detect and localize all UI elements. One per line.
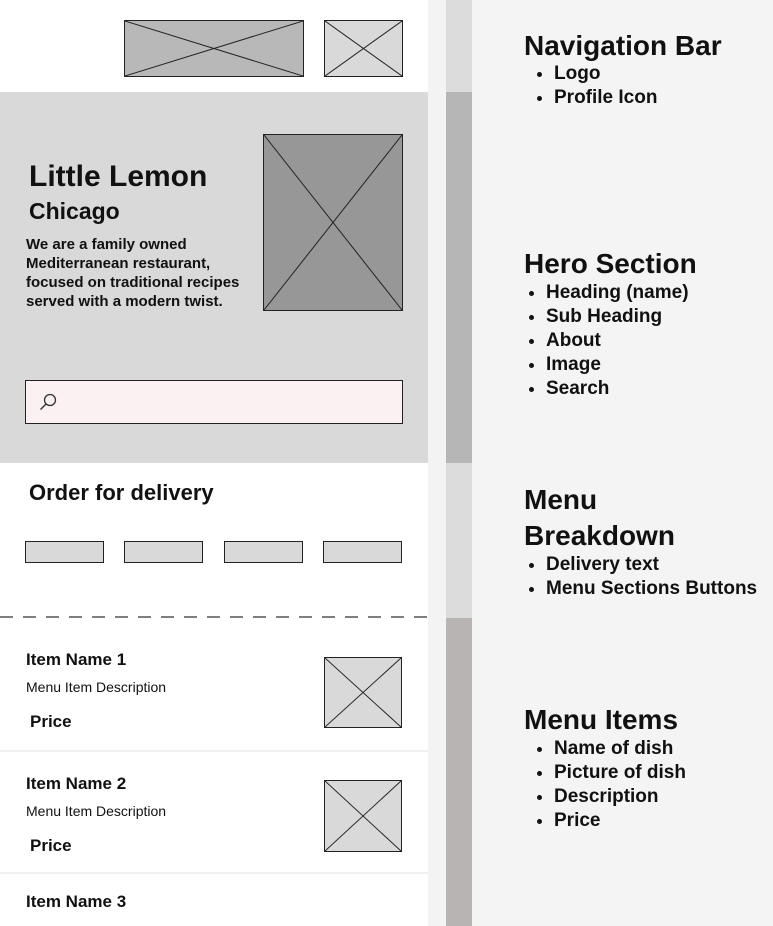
- annotation-item: Sub Heading: [546, 305, 689, 329]
- menu-section-button-2[interactable]: [124, 541, 203, 563]
- menu-item-separator: [0, 872, 428, 874]
- menu-item-price: Price: [30, 712, 72, 731]
- annotation-title-hero-section: Hero Section: [524, 248, 697, 279]
- annotation-item: Name of dish: [554, 737, 686, 761]
- annotation-item: About: [546, 329, 689, 353]
- annotation-item: Description: [554, 785, 686, 809]
- annotation-item: Profile Icon: [554, 86, 657, 110]
- menu-item-name[interactable]: Item Name 3: [26, 892, 126, 912]
- annotation-list-navigation-bar: Logo Profile Icon: [554, 62, 657, 110]
- menu-item-price: Price: [30, 836, 72, 855]
- band-navigation: [446, 0, 472, 92]
- menu-item-image-placeholder: [324, 780, 402, 852]
- hero-subheading: Chicago: [29, 198, 120, 224]
- annotation-item: Image: [546, 353, 689, 377]
- band-menu-breakdown: [446, 463, 472, 618]
- menu-item-name[interactable]: Item Name 1: [26, 650, 126, 670]
- hero-image-placeholder: [263, 134, 403, 311]
- search-icon: [40, 393, 57, 410]
- band-hero: [446, 92, 472, 463]
- annotation-list-menu-breakdown: Delivery text Menu Sections Buttons: [546, 553, 757, 601]
- hero-heading: Little Lemon: [29, 160, 208, 193]
- annotation-item: Delivery text: [546, 553, 757, 577]
- menu-section-button-4[interactable]: [323, 541, 402, 563]
- menu-item-description: Menu Item Description: [26, 679, 167, 695]
- menu-item-image-placeholder: [324, 657, 402, 728]
- menu-section-button-3[interactable]: [224, 541, 303, 563]
- profile-icon-placeholder[interactable]: [324, 20, 403, 77]
- logo-placeholder: [124, 20, 304, 77]
- menu-item-description: Menu Item Description: [26, 803, 167, 819]
- annotation-list-menu-items: Name of dish Picture of dish Description…: [554, 737, 686, 833]
- mobile-wireframe: Little Lemon Chicago We are a family own…: [0, 0, 428, 926]
- wireframe-gutter: [428, 0, 446, 926]
- menu-section-button-1[interactable]: [25, 541, 104, 563]
- annotation-list-hero-section: Heading (name) Sub Heading About Image S…: [546, 281, 689, 401]
- annotation-item: Menu Sections Buttons: [546, 577, 757, 601]
- search-bar[interactable]: [25, 380, 403, 424]
- annotation-title-navigation-bar: Navigation Bar: [524, 30, 722, 61]
- annotation-item: Price: [554, 809, 686, 833]
- menu-item-name[interactable]: Item Name 2: [26, 774, 126, 794]
- annotation-title-menu-items: Menu Items: [524, 704, 679, 735]
- annotation-item: Logo: [554, 62, 657, 86]
- section-divider: [0, 616, 428, 618]
- annotation-item: Search: [546, 377, 689, 401]
- menu-item-separator: [0, 750, 428, 752]
- annotation-title-menu-breakdown: Menu Breakdown: [524, 484, 675, 551]
- annotation-item: Picture of dish: [554, 761, 686, 785]
- order-for-delivery-heading: Order for delivery: [29, 480, 214, 505]
- band-menu-items: [446, 618, 472, 926]
- annotation-item: Heading (name): [546, 281, 689, 305]
- hero-about-text: We are a family owned Mediterranean rest…: [26, 236, 240, 310]
